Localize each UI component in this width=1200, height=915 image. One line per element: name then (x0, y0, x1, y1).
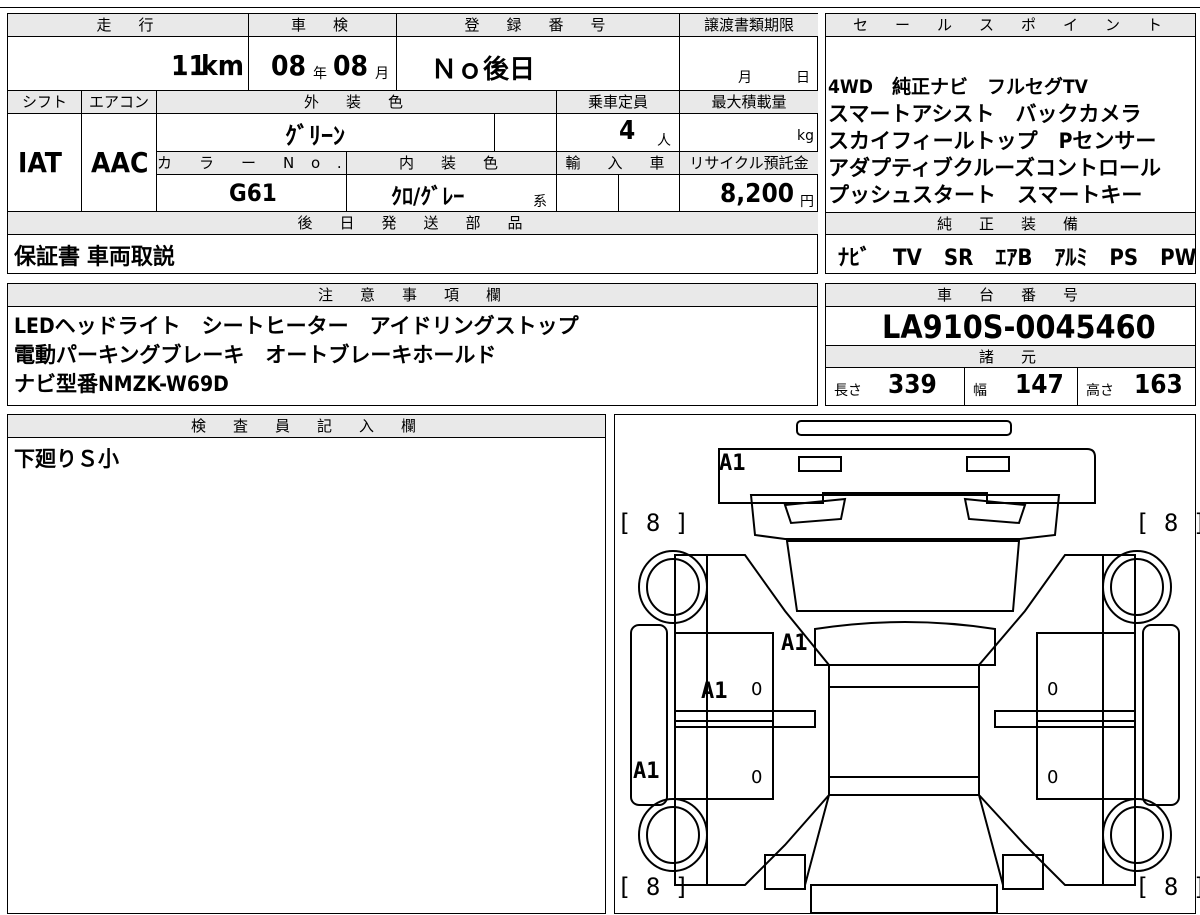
later-parts-value: 保証書 車両取説 (14, 245, 175, 270)
header-color-no: カ ラ ー N o . (157, 152, 347, 175)
header-registration: 登 録 番 号 (397, 14, 680, 37)
transfer-month-label: 月 (738, 70, 752, 86)
damage-label-front-bumper: A1 (719, 451, 746, 476)
import-cell-a (557, 175, 619, 212)
vehicle-info-table: 走 行 車 検 登 録 番 号 譲渡書類期限 11 km 08 年 08 月 Ｎ… (7, 13, 818, 274)
sales-point-line: プッシュスタート スマートキー (828, 183, 1143, 207)
exterior-color-extra-cell (495, 114, 557, 152)
recycle-deposit-cell: 8,200 円 (680, 175, 818, 212)
inspector-panel: 検 査 員 記 入 欄 下廻りＳ小 (7, 414, 606, 914)
transfer-day-label: 日 (796, 70, 810, 86)
inspection-cell: 08 年 08 月 (249, 37, 397, 91)
capacity-cell: 4 人 (557, 114, 680, 152)
mileage-cell: 11 km (8, 37, 249, 91)
car-outline-diagram (630, 420, 1180, 914)
capacity-unit: 人 (657, 133, 671, 149)
header-inspector: 検 査 員 記 入 欄 (8, 415, 605, 438)
width-label: 幅 (973, 383, 987, 399)
capacity-value: 4 (619, 116, 636, 146)
max-load-unit: kg (797, 128, 814, 144)
header-interior-color: 内 装 色 (347, 152, 557, 175)
height-label: 高さ (1086, 383, 1114, 399)
width-cell: 幅 147 (965, 368, 1078, 405)
later-parts-cell: 保証書 車両取説 (8, 235, 818, 273)
inspection-month-unit: 月 (375, 66, 389, 82)
note-line: ナビ型番NMZK-W69D (14, 372, 229, 396)
color-no-cell: G61 (157, 175, 347, 212)
damage-label-left-rear: A1 (633, 759, 660, 784)
exterior-color-cell: ｸﾞﾘｰﾝ (157, 114, 495, 152)
tyre-depth-rear-left: [ 8 ] (617, 873, 690, 901)
length-cell: 長さ 339 (826, 368, 965, 405)
door-value-right-front: 0 (1047, 679, 1059, 700)
note-line: 電動パーキングブレーキ オートブレーキホールド (14, 343, 497, 367)
height-value: 163 (1134, 370, 1183, 400)
shift-cell: IAT (8, 114, 82, 212)
shift-value: IAT (18, 146, 62, 179)
header-specifications: 諸 元 (826, 345, 1195, 368)
max-load-cell: kg (680, 114, 818, 152)
header-capacity: 乗車定員 (557, 91, 680, 114)
inspector-text: 下廻りＳ小 (14, 447, 119, 471)
import-cell-b (619, 175, 680, 212)
transfer-deadline-cell: 月 日 (680, 37, 818, 91)
genuine-equipment-value: ﾅﾋﾞ TV SR ｴｱB ｱﾙﾐ PS PW (838, 246, 1197, 271)
interior-color-cell: ｸﾛ/ｸﾞﾚｰ 系 (347, 175, 557, 212)
inspection-year-unit: 年 (313, 66, 327, 82)
tyre-depth-front-right: [ 8 ] (1135, 509, 1200, 537)
door-value-right-rear: 0 (1047, 767, 1059, 788)
inspection-year: 08 (271, 49, 307, 82)
header-recycle-deposit: リサイクル預託金 (680, 152, 818, 175)
interior-color-value: ｸﾛ/ｸﾞﾚｰ (391, 185, 465, 210)
mileage-unit: km (201, 49, 244, 82)
door-value-left-front: 0 (751, 679, 763, 700)
header-sales-points: セ ー ル ス ポ イ ン ト (826, 14, 1195, 37)
header-genuine-equipment: 純 正 装 備 (826, 212, 1195, 235)
tyre-depth-rear-right: [ 8 ] (1135, 873, 1200, 901)
header-aircon: エアコン (82, 91, 157, 114)
sales-point-line: スマートアシスト バックカメラ (828, 102, 1142, 126)
color-no-value: G61 (229, 179, 277, 207)
top-strip (0, 0, 1200, 8)
interior-color-suffix: 系 (533, 194, 547, 210)
header-notes: 注 意 事 項 欄 (8, 284, 817, 307)
damage-diagram-panel: A1 A1 A1 A1 [ 8 ] [ 8 ] [ 8 ] [ 8 ] 0 0 … (614, 414, 1200, 914)
chassis-panel: 車 台 番 号 LA910S-0045460 諸 元 長さ 339 幅 147 … (825, 283, 1196, 406)
width-value: 147 (1015, 370, 1064, 400)
recycle-deposit-unit: 円 (800, 194, 814, 210)
chassis-number-value: LA910S-0045460 (882, 308, 1156, 346)
door-value-left-rear: 0 (751, 767, 763, 788)
notes-list: LEDヘッドライト シートヒーター アイドリングストップ 電動パーキングブレーキ… (14, 312, 579, 399)
header-mileage: 走 行 (8, 14, 249, 37)
tyre-depth-front-left: [ 8 ] (617, 509, 690, 537)
header-shift: シフト (8, 91, 82, 114)
notes-panel: 注 意 事 項 欄 LEDヘッドライト シートヒーター アイドリングストップ 電… (7, 283, 818, 406)
header-exterior-color: 外 装 色 (157, 91, 557, 114)
aircon-cell: AAC (82, 114, 157, 212)
damage-label-left-front-door: A1 (701, 679, 728, 704)
length-value: 339 (888, 370, 937, 400)
inspection-month: 08 (333, 49, 369, 82)
aircon-value: AAC (91, 146, 149, 179)
sales-point-line: スカイフィールトップ Pセンサー (828, 129, 1157, 153)
height-cell: 高さ 163 (1078, 368, 1195, 405)
exterior-color-value: ｸﾞﾘｰﾝ (285, 122, 345, 150)
header-inspection: 車 検 (249, 14, 397, 37)
header-transfer-deadline: 譲渡書類期限 (680, 14, 818, 37)
header-max-load: 最大積載量 (680, 91, 818, 114)
recycle-deposit-value: 8,200 (720, 179, 794, 209)
sales-point-line: アダプティブクルーズコントロール (828, 156, 1162, 180)
damage-label-windshield: A1 (781, 631, 808, 656)
note-line: LEDヘッドライト シートヒーター アイドリングストップ (14, 314, 579, 338)
length-label: 長さ (834, 383, 862, 399)
sales-point-line: 4WD 純正ナビ フルセグTV (828, 76, 1088, 98)
header-chassis-number: 車 台 番 号 (826, 284, 1195, 307)
registration-cell: Ｎｏ後日 (397, 37, 680, 91)
registration-value: Ｎｏ後日 (431, 55, 536, 85)
header-later-parts: 後 日 発 送 部 品 (8, 212, 818, 235)
sales-points-list: 4WD 純正ナビ フルセグTV スマートアシスト バックカメラ スカイフィールト… (828, 74, 1161, 209)
header-import: 輸 入 車 (557, 152, 680, 175)
sales-points-panel: セ ー ル ス ポ イ ン ト 4WD 純正ナビ フルセグTV スマートアシスト… (825, 13, 1197, 274)
